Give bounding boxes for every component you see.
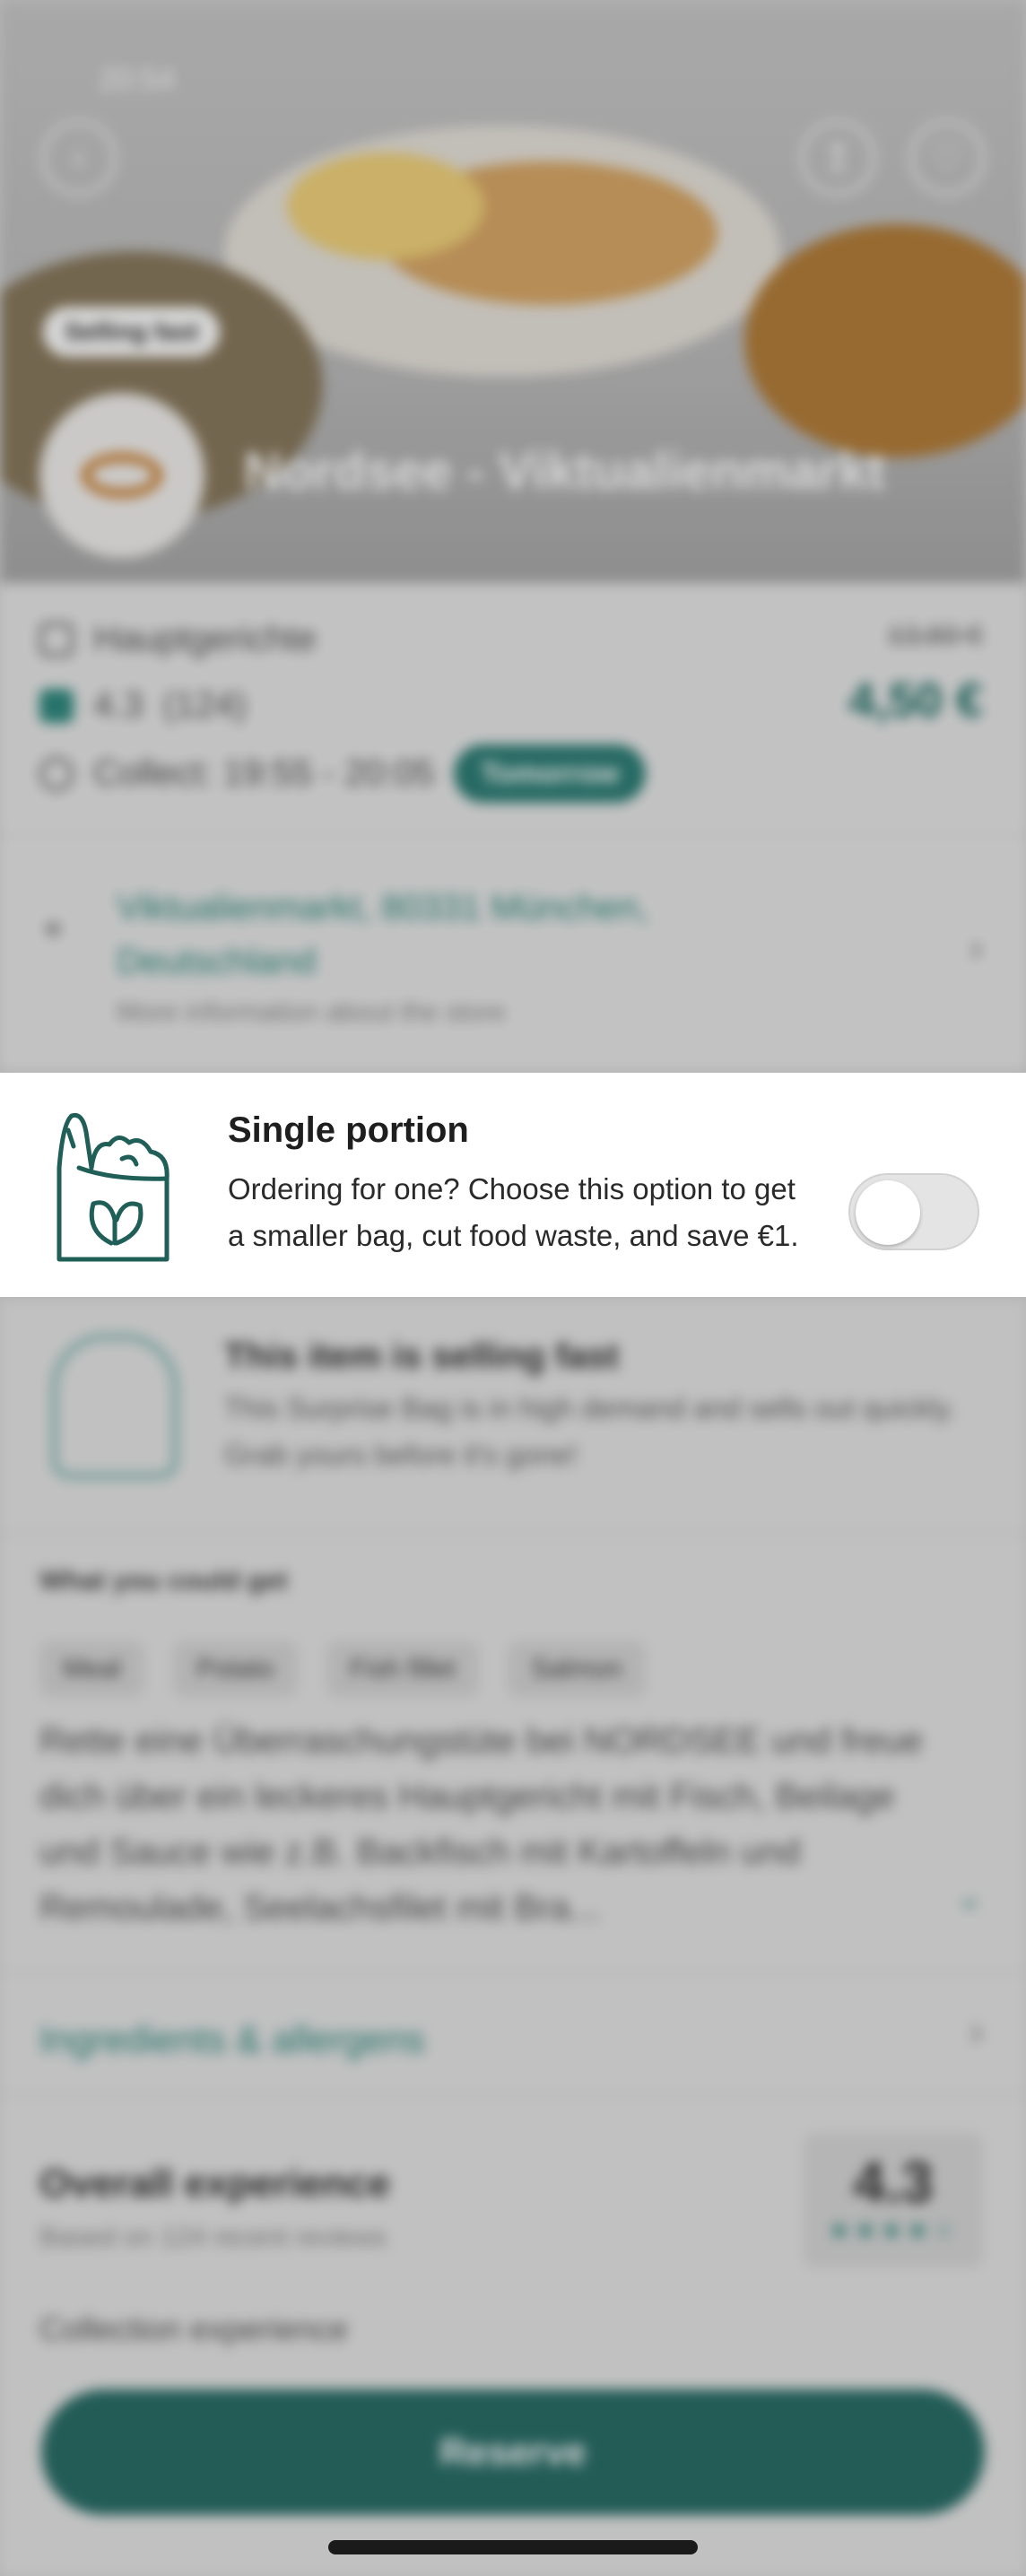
overall-score: 4.3 xyxy=(853,2150,934,2215)
chip: Salmon xyxy=(508,1641,646,1697)
overall-rating-box: 4.3 ★★★★☆ xyxy=(804,2133,983,2267)
selling-fast-text: This Surprise Bag is in high demand and … xyxy=(224,1392,956,1471)
fish-logo-icon xyxy=(82,453,162,498)
collection-experience-label: Collection experience xyxy=(39,2311,349,2347)
category-label: Hauptgerichte xyxy=(93,619,317,658)
arrow-left-icon: ‹ xyxy=(73,137,85,178)
collect-time: Collect: 19:55 - 20:05 xyxy=(93,753,435,793)
chevron-right-icon: › xyxy=(969,926,983,970)
share-button[interactable]: ↥ xyxy=(800,120,875,196)
ingredients-link[interactable]: Ingredients & allergens xyxy=(39,2018,425,2061)
bag-info: Hauptgerichte 4.3 (124) Collect: 19:55 - … xyxy=(0,583,1026,834)
store-logo xyxy=(39,393,204,558)
back-button[interactable]: ‹ xyxy=(41,120,117,196)
hero-image: 20:54 ‹ ↥ ♡ Selling fast Nordsee - Viktu… xyxy=(0,0,1026,583)
store-address-row[interactable]: ⌖ Viktualienmarkt, 80331 München, Deutsc… xyxy=(0,834,1026,1069)
chevron-down-icon[interactable]: ⌄ xyxy=(956,1878,983,1916)
address-text: Viktualienmarkt, 80331 München, Deutschl… xyxy=(117,888,648,981)
selling-fast-title: This item is selling fast xyxy=(224,1336,620,1376)
status-time: 20:54 xyxy=(99,63,176,97)
star-icon xyxy=(39,688,74,723)
single-portion-text: Ordering for one? Choose this option to … xyxy=(228,1172,799,1252)
share-icon: ↥ xyxy=(822,138,853,178)
star-rating-icon: ★★★★☆ xyxy=(828,2216,959,2244)
selling-fast-section: This item is selling fast This Surprise … xyxy=(0,1297,1026,1532)
location-pin-icon: ⌖ xyxy=(43,909,64,949)
reserve-button[interactable]: Reserve xyxy=(41,2389,985,2515)
single-portion-title: Single portion xyxy=(228,1110,469,1150)
ingredients-row[interactable]: Ingredients & allergens › xyxy=(0,1971,1026,2093)
home-indicator[interactable] xyxy=(328,2540,698,2554)
what-you-get-section: What you could get Meal Potato Fish fill… xyxy=(0,1532,1026,1971)
bag-description: Rette eine Überraschungstüte bei NORDSEE… xyxy=(39,1721,923,1928)
store-name: Nordsee - Viktualienmarkt xyxy=(244,442,885,500)
clock-icon xyxy=(39,756,74,791)
chip: Potato xyxy=(173,1641,298,1697)
single-portion-toggle[interactable] xyxy=(848,1173,979,1250)
grocery-bag-icon xyxy=(57,1112,170,1262)
original-price: 13,60 € xyxy=(887,619,983,651)
chip: Fish fillet xyxy=(326,1641,480,1697)
chip-list: Meal Potato Fish fillet Salmon xyxy=(39,1641,646,1697)
overall-sub: Based on 124 recent reviews xyxy=(39,2223,387,2252)
chevron-right-icon: › xyxy=(969,2009,983,2053)
bag-icon xyxy=(39,622,74,657)
single-portion-card: Single portion Ordering for one? Choose … xyxy=(0,1073,1026,1297)
toggle-knob xyxy=(856,1180,920,1245)
address-subtext: More information about the store xyxy=(117,997,506,1027)
heart-icon: ♡ xyxy=(931,138,963,178)
overall-title: Overall experience xyxy=(39,2162,391,2206)
collect-day-pill: Tomorrow xyxy=(454,744,647,803)
price: 4,50 € xyxy=(848,674,983,727)
rating-value: 4.3 xyxy=(93,685,143,725)
chip: Meal xyxy=(39,1641,145,1697)
selling-fast-badge: Selling fast xyxy=(43,307,221,357)
favorite-button[interactable]: ♡ xyxy=(909,120,985,196)
what-you-get-title: What you could get xyxy=(39,1566,288,1596)
bell-icon xyxy=(52,1335,178,1478)
rating-count: (124) xyxy=(162,685,247,725)
